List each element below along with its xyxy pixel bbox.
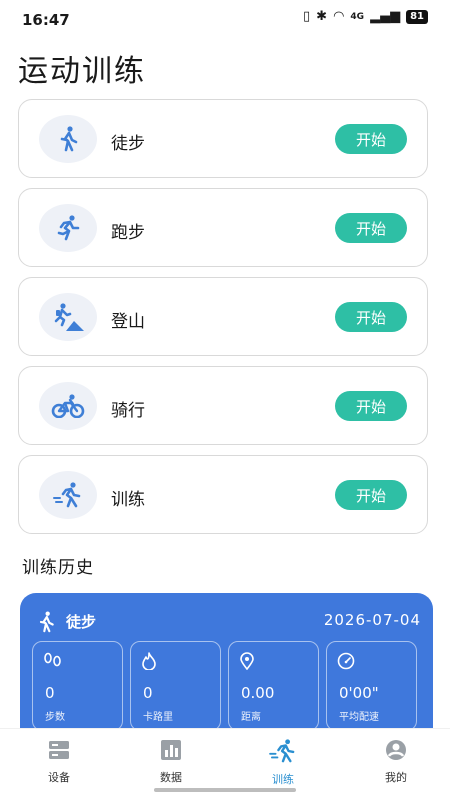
tab-label: 设备 bbox=[48, 771, 70, 784]
home-indicator bbox=[154, 788, 296, 792]
stat-label: 步数 bbox=[45, 712, 65, 723]
tab-training[interactable]: 训练 bbox=[248, 739, 318, 787]
tab-data[interactable]: 数据 bbox=[136, 739, 206, 785]
wifi-icon: ◠ bbox=[333, 9, 345, 24]
start-running-button[interactable]: 开始 bbox=[335, 213, 407, 243]
activity-label: 跑步 bbox=[111, 223, 145, 243]
device-icon bbox=[24, 739, 94, 765]
stat-value: 0'00" bbox=[339, 684, 379, 702]
stat-label: 卡路里 bbox=[143, 712, 173, 723]
start-walking-button[interactable]: 开始 bbox=[335, 124, 407, 154]
signal-icon: ▂▄▆ bbox=[370, 9, 401, 24]
activity-label: 登山 bbox=[111, 312, 145, 332]
activity-label: 徒步 bbox=[111, 134, 145, 154]
flame-icon bbox=[141, 652, 157, 674]
tab-label: 训练 bbox=[272, 773, 294, 786]
history-date: 2026-07-04 bbox=[323, 611, 421, 629]
location-pin-icon bbox=[239, 652, 255, 674]
stat-pace: 0'00" 平均配速 bbox=[326, 641, 417, 731]
walking-icon bbox=[36, 611, 56, 637]
data-chart-icon bbox=[136, 739, 206, 765]
stat-calories: 0 卡路里 bbox=[130, 641, 221, 731]
start-training-button[interactable]: 开始 bbox=[335, 480, 407, 510]
status-bar: 16:47 ▯ ✱ ◠ 4G ▂▄▆ 81 bbox=[0, 0, 450, 38]
status-time: 16:47 bbox=[22, 11, 70, 29]
page-title: 运动训练 bbox=[18, 54, 146, 89]
training-icon bbox=[39, 471, 97, 519]
activity-card-cycling[interactable]: 骑行 开始 bbox=[18, 366, 428, 445]
activity-card-running[interactable]: 跑步 开始 bbox=[18, 188, 428, 267]
start-cycling-button[interactable]: 开始 bbox=[335, 391, 407, 421]
activity-card-walking[interactable]: 徒步 开始 bbox=[18, 99, 428, 178]
history-activity-type: 徒步 bbox=[66, 613, 97, 631]
cycling-icon bbox=[39, 382, 97, 430]
activity-label: 骑行 bbox=[111, 401, 145, 421]
activity-card-hiking[interactable]: 登山 开始 bbox=[18, 277, 428, 356]
battery-indicator: 81 bbox=[406, 10, 428, 24]
start-hiking-button[interactable]: 开始 bbox=[335, 302, 407, 332]
hiking-icon bbox=[39, 293, 97, 341]
stat-value: 0 bbox=[143, 684, 153, 702]
tab-label: 数据 bbox=[160, 771, 182, 784]
tab-device[interactable]: 设备 bbox=[24, 739, 94, 785]
stat-label: 距离 bbox=[241, 712, 261, 723]
speedometer-icon bbox=[337, 652, 355, 674]
activity-label: 训练 bbox=[111, 490, 145, 510]
stat-label: 平均配速 bbox=[339, 712, 379, 723]
tab-label: 我的 bbox=[385, 771, 407, 784]
activity-card-training[interactable]: 训练 开始 bbox=[18, 455, 428, 534]
stat-value: 0.00 bbox=[241, 684, 275, 702]
network-label: 4G bbox=[350, 12, 365, 22]
bluetooth-icon: ✱ bbox=[316, 9, 328, 24]
profile-icon bbox=[361, 739, 431, 765]
status-icons: ▯ ✱ ◠ 4G ▂▄▆ 81 bbox=[303, 10, 428, 24]
history-section-title: 训练历史 bbox=[22, 558, 94, 578]
stat-value: 0 bbox=[45, 684, 55, 702]
training-icon bbox=[248, 739, 318, 767]
tab-profile[interactable]: 我的 bbox=[361, 739, 431, 785]
walking-icon bbox=[39, 115, 97, 163]
footprint-icon bbox=[43, 652, 63, 672]
running-icon bbox=[39, 204, 97, 252]
history-card[interactable]: 徒步 2026-07-04 0 步数 0 卡路里 0.00 距离 0'00" 平… bbox=[20, 593, 433, 743]
stat-distance: 0.00 距离 bbox=[228, 641, 319, 731]
vibrate-icon: ▯ bbox=[303, 9, 311, 24]
stat-steps: 0 步数 bbox=[32, 641, 123, 731]
